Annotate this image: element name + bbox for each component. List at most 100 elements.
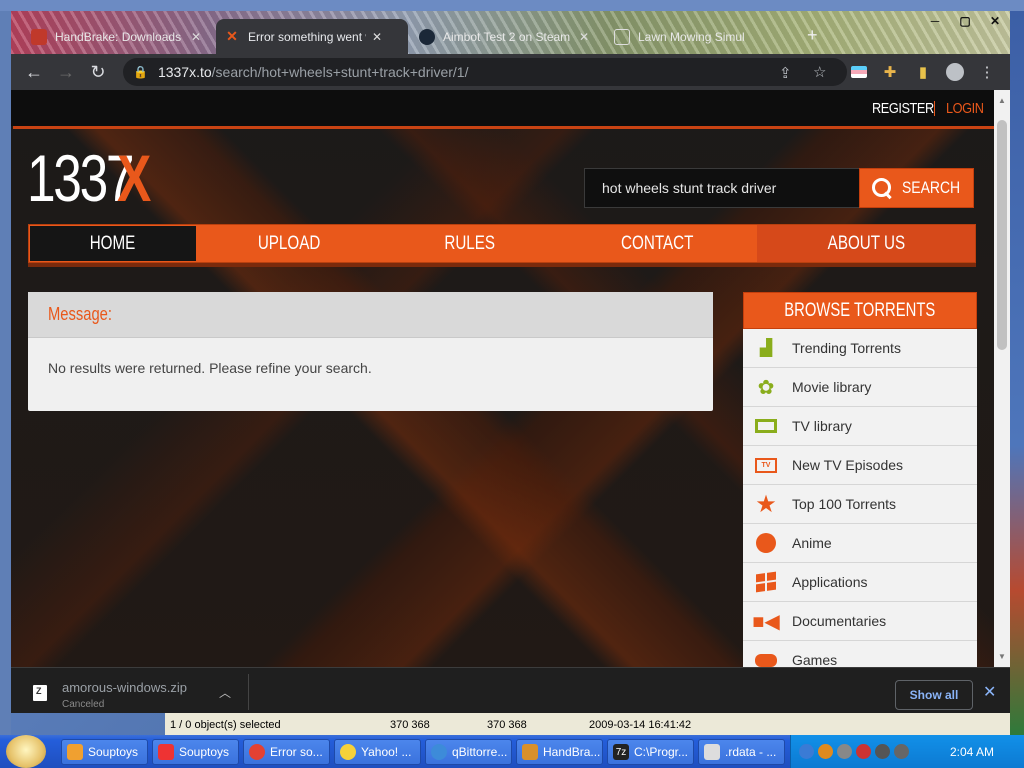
start-button[interactable] bbox=[6, 735, 46, 768]
login-link[interactable]: LOGIN bbox=[946, 100, 984, 117]
close-window-icon[interactable]: ✕ bbox=[980, 11, 1010, 31]
scroll-down-icon[interactable]: ▼ bbox=[998, 652, 1006, 661]
message-header: Message: bbox=[28, 292, 713, 338]
chevron-up-icon[interactable]: ︿ bbox=[219, 684, 231, 701]
handbrake-icon bbox=[522, 744, 538, 760]
nav-label: ABOUT US bbox=[827, 232, 905, 254]
taskbar-button-7zip[interactable]: 7z C:\Progr... bbox=[607, 739, 694, 765]
status-tray-icon[interactable] bbox=[837, 744, 852, 759]
nav-contact[interactable]: CONTACT bbox=[557, 225, 757, 262]
qbittorrent-tray-icon[interactable] bbox=[799, 744, 814, 759]
search-button[interactable]: SEARCH bbox=[859, 168, 974, 208]
url-host: 1337x.to bbox=[157, 64, 212, 80]
search-input-value: hot wheels stunt track driver bbox=[602, 180, 777, 196]
site-topbar bbox=[11, 90, 994, 126]
register-link[interactable]: REGISTER bbox=[872, 100, 934, 117]
share-icon[interactable]: ⇪ bbox=[779, 64, 792, 82]
nav-label: RULES bbox=[444, 232, 495, 254]
message-body: No results were returned. Please refine … bbox=[48, 360, 372, 376]
network-tray-icon[interactable] bbox=[856, 744, 871, 759]
camera-icon: ■◀ bbox=[752, 610, 780, 633]
browse-torrents-header: BROWSE TORRENTS bbox=[743, 292, 977, 329]
message-box: Message: No results were returned. Pleas… bbox=[28, 292, 713, 411]
browse-item-movie-library[interactable]: ✿ Movie library bbox=[743, 368, 977, 407]
scroll-thumb[interactable] bbox=[997, 120, 1007, 350]
taskbar-button-souptoys-2[interactable]: Souptoys bbox=[152, 739, 239, 765]
browse-item-anime[interactable]: Anime bbox=[743, 524, 977, 563]
show-all-button[interactable]: Show all bbox=[895, 680, 973, 710]
address-bar[interactable]: 🔒 1337x.to/search/hot+wheels+stunt+track… bbox=[123, 58, 847, 86]
status-text: 1 / 0 object(s) selected bbox=[170, 719, 281, 731]
taskbar-label: .rdata - ... bbox=[725, 745, 777, 759]
close-tab-icon[interactable]: ✕ bbox=[372, 30, 382, 44]
nav-upload[interactable]: UPLOAD bbox=[196, 225, 382, 262]
clock[interactable]: 2:04 AM bbox=[950, 745, 994, 759]
nav-about-us[interactable]: ABOUT US bbox=[757, 225, 975, 262]
tab-title: Error something went wr bbox=[248, 29, 366, 44]
new-tab-icon[interactable]: + bbox=[807, 25, 818, 46]
tab-handbrake[interactable]: HandBrake: Downloads ✕ bbox=[23, 19, 209, 54]
volume-icon[interactable] bbox=[894, 744, 909, 759]
search-input[interactable]: hot wheels stunt track driver bbox=[584, 168, 860, 208]
extension-flag-icon[interactable] bbox=[849, 62, 869, 82]
web-page: REGISTER LOGIN 1337 X hot wheels stunt tr… bbox=[11, 90, 994, 667]
size-a: 370 368 bbox=[390, 719, 430, 731]
nav-home[interactable]: HOME bbox=[30, 226, 196, 261]
browse-item-documentaries[interactable]: ■◀ Documentaries bbox=[743, 602, 977, 641]
browse-item-applications[interactable]: Applications bbox=[743, 563, 977, 602]
browse-item-games[interactable]: Games bbox=[743, 641, 977, 667]
profile-avatar-icon[interactable] bbox=[945, 62, 965, 82]
browse-item-top-100[interactable]: ★ Top 100 Torrents bbox=[743, 485, 977, 524]
browse-item-new-tv-episodes[interactable]: TV New TV Episodes bbox=[743, 446, 977, 485]
steam-favicon-icon bbox=[419, 28, 435, 45]
film-reel-icon: ✿ bbox=[757, 376, 775, 399]
download-file-name[interactable]: amorous-windows.zip bbox=[62, 680, 187, 695]
browse-torrents-panel: BROWSE TORRENTS ▟ Trending Torrents ✿ Movi… bbox=[743, 292, 977, 667]
top-star-icon: ★ bbox=[755, 490, 777, 518]
nav-rules[interactable]: RULES bbox=[382, 225, 558, 262]
nav-label: CONTACT bbox=[621, 232, 694, 254]
browse-item-label: New TV Episodes bbox=[792, 457, 904, 473]
lock-icon: 🔒 bbox=[133, 65, 148, 79]
bookmark-star-icon[interactable]: ☆ bbox=[813, 63, 826, 81]
close-tab-icon[interactable]: ✕ bbox=[579, 30, 589, 44]
menu-kebab-icon[interactable]: ⋮ bbox=[977, 62, 997, 82]
taskbar-button-chrome[interactable]: Error so... bbox=[243, 739, 330, 765]
close-download-bar-icon[interactable]: ✕ bbox=[983, 682, 996, 702]
browse-item-label: Top 100 Torrents bbox=[792, 496, 897, 512]
system-tray: 2:04 AM bbox=[790, 735, 1024, 768]
minimize-icon[interactable]: ─ bbox=[920, 11, 950, 31]
browse-title: BROWSE TORRENTS bbox=[784, 299, 936, 321]
side-panel-icon[interactable]: ▮ bbox=[913, 62, 933, 82]
taskbar: Souptoys Souptoys Error so... Yahoo! ...… bbox=[0, 735, 1024, 768]
taskbar-button-yahoo[interactable]: Yahoo! ... bbox=[334, 739, 421, 765]
reload-icon[interactable]: ↻ bbox=[82, 56, 114, 88]
taskbar-button-handbrake[interactable]: HandBra... bbox=[516, 739, 603, 765]
handbrake-favicon-icon bbox=[31, 28, 47, 45]
search-tray-icon[interactable] bbox=[818, 744, 833, 759]
taskbar-button-souptoys-1[interactable]: Souptoys bbox=[61, 739, 148, 765]
tab-title: Lawn Mowing Simul bbox=[638, 29, 745, 44]
tab-lawn-mowing[interactable]: Lawn Mowing Simul bbox=[606, 19, 766, 54]
tv-new-icon: TV bbox=[753, 452, 779, 478]
trending-icon: ▟ bbox=[759, 340, 773, 357]
close-tab-icon[interactable]: ✕ bbox=[191, 30, 201, 44]
tab-steam[interactable]: Aimbot Test 2 on Steam ✕ bbox=[411, 19, 597, 54]
tab-1337x-error[interactable]: ✕ Error something went wr ✕ bbox=[216, 19, 408, 54]
browse-item-trending[interactable]: ▟ Trending Torrents bbox=[743, 329, 977, 368]
taskbar-button-qbittorrent[interactable]: qBittorre... bbox=[425, 739, 512, 765]
maximize-icon[interactable]: ▢ bbox=[950, 11, 980, 31]
taskbar-button-rdata[interactable]: .rdata - ... bbox=[698, 739, 785, 765]
scroll-up-icon[interactable]: ▲ bbox=[998, 96, 1006, 105]
souptoys-icon bbox=[67, 744, 83, 760]
device-tray-icon[interactable] bbox=[875, 744, 890, 759]
extensions-puzzle-icon[interactable]: ✚ bbox=[880, 62, 900, 82]
site-logo[interactable]: 1337 X bbox=[27, 145, 161, 211]
forward-arrow-icon[interactable]: → bbox=[50, 56, 82, 88]
page-scrollbar[interactable]: ▲ ▼ bbox=[994, 90, 1010, 667]
back-arrow-icon[interactable]: ← bbox=[18, 56, 50, 88]
search-icon bbox=[870, 176, 892, 200]
taskbar-label: Yahoo! ... bbox=[361, 745, 412, 759]
browse-item-tv-library[interactable]: TV library bbox=[743, 407, 977, 446]
download-separator bbox=[248, 674, 249, 710]
